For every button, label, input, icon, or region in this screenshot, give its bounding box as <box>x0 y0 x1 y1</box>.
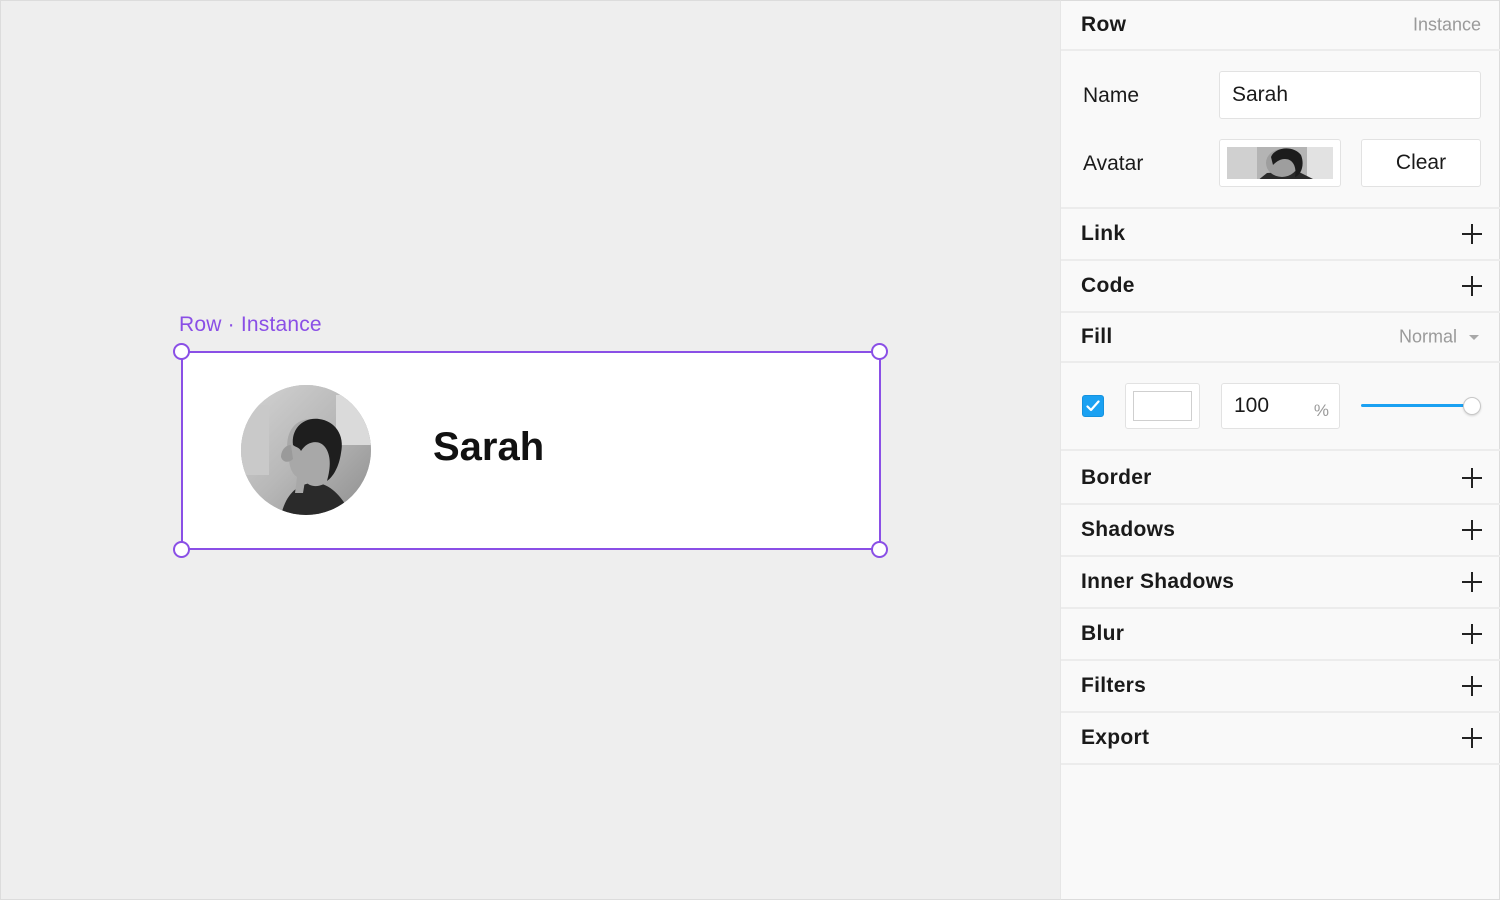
fill-opacity-slider[interactable] <box>1361 404 1473 407</box>
add-shadow-icon[interactable] <box>1462 520 1482 540</box>
resize-handle-bottom-left[interactable] <box>173 541 190 558</box>
checkmark-icon <box>1086 400 1100 412</box>
section-export-title: Export <box>1081 726 1150 749</box>
resize-handle-top-right[interactable] <box>871 343 888 360</box>
selection-component-name: Row <box>179 313 222 336</box>
fill-enabled-checkbox[interactable] <box>1082 395 1104 417</box>
clear-avatar-label: Clear <box>1395 151 1447 174</box>
avatar-thumbnail <box>1227 147 1333 179</box>
section-border-title: Border <box>1081 466 1152 489</box>
name-prop-label: Name <box>1083 84 1140 107</box>
resize-handle-bottom-right[interactable] <box>871 541 888 558</box>
add-code-icon[interactable] <box>1462 276 1482 296</box>
chevron-down-icon[interactable] <box>1469 335 1479 340</box>
avatar-picker[interactable] <box>1219 139 1341 187</box>
section-filters-title: Filters <box>1081 674 1147 697</box>
inspector-title: Row <box>1081 13 1127 36</box>
add-border-icon[interactable] <box>1462 468 1482 488</box>
avatar-image <box>241 385 371 515</box>
name-field[interactable]: Sarah <box>1219 71 1481 119</box>
fill-opacity-slider-knob[interactable] <box>1463 397 1481 415</box>
inspector-panel: Row Instance Name Sarah Avatar Clear Lin… <box>1060 0 1500 900</box>
section-inner-shadows-title: Inner Shadows <box>1081 570 1235 593</box>
section-code[interactable]: Code <box>1061 261 1500 313</box>
resize-handle-top-left[interactable] <box>173 343 190 360</box>
section-link[interactable]: Link <box>1061 209 1500 261</box>
avatar-prop-label: Avatar <box>1083 152 1144 175</box>
portrait-photo-icon <box>241 385 371 515</box>
clear-avatar-button[interactable]: Clear <box>1361 139 1481 187</box>
section-filters[interactable]: Filters <box>1061 661 1500 713</box>
section-link-title: Link <box>1081 222 1126 245</box>
section-border[interactable]: Border <box>1061 453 1500 505</box>
selection-kind: Instance <box>240 313 322 336</box>
section-export[interactable]: Export <box>1061 713 1500 765</box>
section-blur-title: Blur <box>1081 622 1125 645</box>
add-link-icon[interactable] <box>1462 224 1482 244</box>
selection-separator: · <box>227 313 235 336</box>
selection-label: Row · Instance <box>179 313 322 337</box>
fill-color-swatch[interactable] <box>1125 383 1200 429</box>
fill-opacity-input[interactable]: 100 % <box>1221 383 1340 429</box>
section-shadows[interactable]: Shadows <box>1061 505 1500 557</box>
fill-blend-mode-select[interactable]: Normal <box>1399 327 1457 348</box>
fill-opacity-value: 100 <box>1234 394 1270 417</box>
add-export-icon[interactable] <box>1462 728 1482 748</box>
add-inner-shadow-icon[interactable] <box>1462 572 1482 592</box>
section-blur[interactable]: Blur <box>1061 609 1500 661</box>
inspector-subtitle: Instance <box>1412 14 1481 35</box>
fill-opacity-unit: % <box>1313 400 1329 420</box>
avatar-thumbnail-icon <box>1227 147 1333 179</box>
row-name-text: Sarah <box>433 425 545 469</box>
fill-layer-row: 100 % <box>1061 361 1500 451</box>
add-blur-icon[interactable] <box>1462 624 1482 644</box>
section-fill-title: Fill <box>1081 325 1113 348</box>
section-shadows-title: Shadows <box>1081 518 1176 541</box>
row-instance[interactable]: Sarah <box>181 351 881 550</box>
inspector-header: Row Instance <box>1061 1 1500 51</box>
name-field-value: Sarah <box>1232 83 1289 106</box>
section-fill: Fill Normal <box>1061 313 1500 363</box>
section-code-title: Code <box>1081 274 1135 297</box>
component-props: Name Sarah Avatar Clear <box>1061 51 1500 209</box>
add-filter-icon[interactable] <box>1462 676 1482 696</box>
fill-color-preview <box>1133 391 1192 421</box>
section-inner-shadows[interactable]: Inner Shadows <box>1061 557 1500 609</box>
canvas[interactable]: Row · Instance Sarah <box>0 0 1060 900</box>
